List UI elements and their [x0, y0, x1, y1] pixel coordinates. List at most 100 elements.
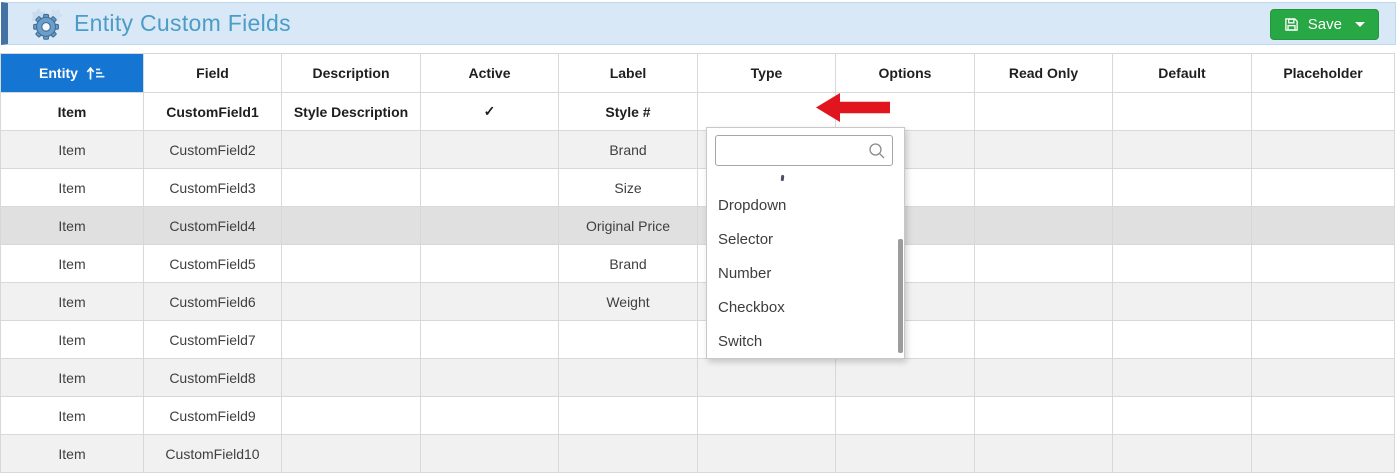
- description-cell[interactable]: [282, 435, 421, 473]
- read_only-cell[interactable]: [975, 397, 1113, 435]
- description-cell[interactable]: [282, 131, 421, 169]
- placeholder-cell[interactable]: [1252, 169, 1395, 207]
- field-cell[interactable]: CustomField4: [144, 207, 282, 245]
- entity-cell[interactable]: Item: [1, 435, 144, 473]
- label-cell[interactable]: [559, 321, 698, 359]
- type-cell[interactable]: [698, 359, 836, 397]
- label-cell[interactable]: Size: [559, 169, 698, 207]
- description-cell[interactable]: [282, 397, 421, 435]
- default-cell[interactable]: [1113, 359, 1252, 397]
- save-button[interactable]: Save: [1270, 9, 1379, 40]
- active-cell[interactable]: [421, 245, 559, 283]
- column-header-placeholder[interactable]: Placeholder: [1252, 54, 1395, 93]
- column-header-type[interactable]: Type: [698, 54, 836, 93]
- entity-cell[interactable]: Item: [1, 93, 144, 131]
- default-cell[interactable]: [1113, 93, 1252, 131]
- label-cell[interactable]: Brand: [559, 131, 698, 169]
- dropdown-option[interactable]: Number: [707, 257, 904, 291]
- read_only-cell[interactable]: [975, 359, 1113, 397]
- entity-cell[interactable]: Item: [1, 245, 144, 283]
- type-cell[interactable]: [698, 93, 836, 131]
- active-cell[interactable]: [421, 321, 559, 359]
- placeholder-cell[interactable]: [1252, 435, 1395, 473]
- read_only-cell[interactable]: [975, 283, 1113, 321]
- label-cell[interactable]: Brand: [559, 245, 698, 283]
- default-cell[interactable]: [1113, 207, 1252, 245]
- dropdown-option[interactable]: Checkbox: [707, 291, 904, 325]
- description-cell[interactable]: [282, 245, 421, 283]
- active-cell[interactable]: [421, 397, 559, 435]
- field-cell[interactable]: CustomField3: [144, 169, 282, 207]
- dropdown-option[interactable]: Selector: [707, 223, 904, 257]
- options-cell[interactable]: [836, 397, 975, 435]
- read_only-cell[interactable]: [975, 131, 1113, 169]
- label-cell[interactable]: [559, 359, 698, 397]
- description-cell[interactable]: [282, 207, 421, 245]
- default-cell[interactable]: [1113, 245, 1252, 283]
- column-header-label[interactable]: Label: [559, 54, 698, 93]
- field-cell[interactable]: CustomField2: [144, 131, 282, 169]
- entity-cell[interactable]: Item: [1, 283, 144, 321]
- active-cell[interactable]: [421, 169, 559, 207]
- default-cell[interactable]: [1113, 397, 1252, 435]
- default-cell[interactable]: [1113, 131, 1252, 169]
- placeholder-cell[interactable]: [1252, 321, 1395, 359]
- placeholder-cell[interactable]: [1252, 397, 1395, 435]
- placeholder-cell[interactable]: [1252, 207, 1395, 245]
- column-header-active[interactable]: Active: [421, 54, 559, 93]
- active-cell[interactable]: ✓: [421, 93, 559, 131]
- active-cell[interactable]: [421, 283, 559, 321]
- read_only-cell[interactable]: [975, 435, 1113, 473]
- field-cell[interactable]: CustomField8: [144, 359, 282, 397]
- dropdown-option[interactable]: Switch: [707, 325, 904, 359]
- read_only-cell[interactable]: [975, 169, 1113, 207]
- column-header-default[interactable]: Default: [1113, 54, 1252, 93]
- read_only-cell[interactable]: [975, 321, 1113, 359]
- description-cell[interactable]: [282, 321, 421, 359]
- column-header-options[interactable]: Options: [836, 54, 975, 93]
- description-cell[interactable]: [282, 359, 421, 397]
- entity-cell[interactable]: Item: [1, 131, 144, 169]
- placeholder-cell[interactable]: [1252, 93, 1395, 131]
- field-cell[interactable]: CustomField6: [144, 283, 282, 321]
- dropdown-search-input[interactable]: [716, 136, 892, 165]
- read_only-cell[interactable]: [975, 245, 1113, 283]
- label-cell[interactable]: [559, 435, 698, 473]
- description-cell[interactable]: [282, 169, 421, 207]
- type-cell[interactable]: [698, 397, 836, 435]
- entity-cell[interactable]: Item: [1, 207, 144, 245]
- default-cell[interactable]: [1113, 321, 1252, 359]
- description-cell[interactable]: Style Description: [282, 93, 421, 131]
- label-cell[interactable]: Original Price: [559, 207, 698, 245]
- entity-cell[interactable]: Item: [1, 397, 144, 435]
- dropdown-scrollbar[interactable]: [898, 239, 903, 353]
- read_only-cell[interactable]: [975, 207, 1113, 245]
- placeholder-cell[interactable]: [1252, 245, 1395, 283]
- description-cell[interactable]: [282, 283, 421, 321]
- entity-cell[interactable]: Item: [1, 359, 144, 397]
- column-header-read_only[interactable]: Read Only: [975, 54, 1113, 93]
- placeholder-cell[interactable]: [1252, 283, 1395, 321]
- label-cell[interactable]: Weight: [559, 283, 698, 321]
- options-cell[interactable]: [836, 359, 975, 397]
- placeholder-cell[interactable]: [1252, 131, 1395, 169]
- field-cell[interactable]: CustomField7: [144, 321, 282, 359]
- label-cell[interactable]: Style #: [559, 93, 698, 131]
- field-cell[interactable]: CustomField1: [144, 93, 282, 131]
- type-cell[interactable]: [698, 435, 836, 473]
- dropdown-option[interactable]: Dropdown: [707, 189, 904, 223]
- entity-cell[interactable]: Item: [1, 169, 144, 207]
- default-cell[interactable]: [1113, 283, 1252, 321]
- field-cell[interactable]: CustomField10: [144, 435, 282, 473]
- column-header-entity[interactable]: Entity: [1, 54, 144, 93]
- options-cell[interactable]: [836, 435, 975, 473]
- default-cell[interactable]: [1113, 435, 1252, 473]
- active-cell[interactable]: [421, 435, 559, 473]
- column-header-description[interactable]: Description: [282, 54, 421, 93]
- field-cell[interactable]: CustomField5: [144, 245, 282, 283]
- read_only-cell[interactable]: [975, 93, 1113, 131]
- label-cell[interactable]: [559, 397, 698, 435]
- active-cell[interactable]: [421, 207, 559, 245]
- active-cell[interactable]: [421, 131, 559, 169]
- placeholder-cell[interactable]: [1252, 359, 1395, 397]
